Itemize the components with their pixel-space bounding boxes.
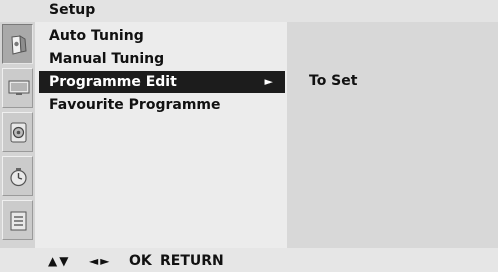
submenu-arrow-icon: ► [264,75,273,88]
menu-item-label: Auto Tuning [49,28,144,44]
menu-item-manual-tuning[interactable]: Manual Tuning [39,48,285,70]
menu-item-favourite-programme[interactable]: Favourite Programme [39,94,285,116]
navigation-hint-bar: ▲▼ ◄► OK RETURN [0,248,498,272]
menu-item-label: Manual Tuning [49,51,165,67]
submenu-option-to-set[interactable]: To Set [309,71,357,91]
menu-item-programme-edit[interactable]: Programme Edit ► [39,71,285,93]
rail-item-picture[interactable] [2,68,33,108]
menu-panel: Auto Tuning Manual Tuning Programme Edit… [35,22,287,248]
rail-item-setup[interactable] [2,24,33,64]
picture-icon [8,80,30,95]
ok-hint: OK [129,253,152,269]
rail-item-option[interactable] [2,200,33,240]
menu-item-label: Programme Edit [49,74,177,90]
menu-item-label: Favourite Programme [49,97,221,113]
return-hint: RETURN [160,253,224,269]
title-bar: Setup [0,0,498,22]
osd-screen: Setup Auto Tuning Manual Tuning Programm… [0,0,498,272]
option-icon [10,211,27,231]
time-icon [10,168,27,187]
menu-icon-rail [0,22,35,248]
menu-item-auto-tuning[interactable]: Auto Tuning [39,25,285,47]
submenu-panel: To Set [287,22,498,248]
rail-item-time[interactable] [2,156,33,196]
leftright-arrows-icon: ◄► [89,254,112,268]
updown-arrows-icon: ▲▼ [48,254,71,268]
page-title: Setup [49,2,96,18]
audio-icon [10,122,27,143]
rail-item-audio[interactable] [2,112,33,152]
setup-icon [11,35,27,55]
